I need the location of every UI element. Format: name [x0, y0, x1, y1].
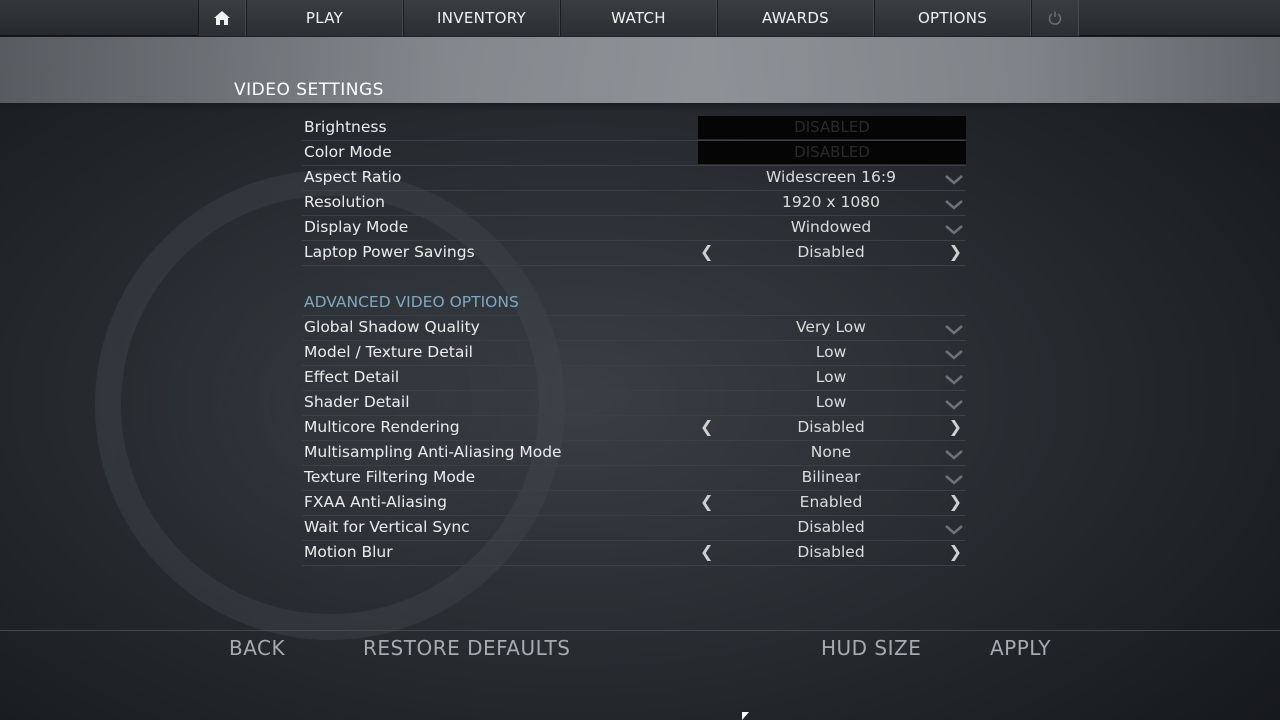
setting-row-shader-detail[interactable]: Shader Detail Low	[302, 391, 966, 416]
setting-row-fxaa-anti-aliasing[interactable]: FXAA Anti-Aliasing Enabled ❮ ❯	[302, 491, 966, 516]
dropdown-value[interactable]: Disabled	[698, 518, 964, 536]
nav-inventory[interactable]: INVENTORY	[403, 0, 560, 36]
apply-button[interactable]: APPLY	[990, 636, 1051, 660]
back-button[interactable]: BACK	[229, 636, 285, 660]
chevron-down-icon[interactable]	[945, 375, 963, 385]
setting-label: Multisampling Anti-Aliasing Mode	[304, 443, 562, 461]
setting-row-model-texture-detail[interactable]: Model / Texture Detail Low	[302, 341, 966, 366]
chevron-down-icon[interactable]	[945, 200, 963, 210]
setting-label: Multicore Rendering	[304, 418, 460, 436]
chevron-down-icon[interactable]	[945, 325, 963, 335]
setting-label: Wait for Vertical Sync	[304, 518, 470, 536]
setting-row-multicore-rendering[interactable]: Multicore Rendering Disabled ❮ ❯	[302, 416, 966, 441]
setting-label: Global Shadow Quality	[304, 318, 480, 336]
setting-label: Aspect Ratio	[304, 168, 402, 186]
nav-options[interactable]: OPTIONS	[874, 0, 1031, 36]
dropdown-value[interactable]: Windowed	[698, 218, 964, 236]
dropdown-value[interactable]: Very Low	[698, 318, 964, 336]
setting-row-brightness[interactable]: Brightness DISABLED	[302, 116, 966, 141]
toggle-value[interactable]: Disabled	[698, 418, 964, 436]
arrow-left-icon[interactable]: ❮	[700, 492, 713, 511]
mouse-cursor	[742, 712, 749, 720]
setting-row-multisampling-anti-aliasing-mode[interactable]: Multisampling Anti-Aliasing Mode None	[302, 441, 966, 466]
chevron-down-icon[interactable]	[945, 225, 963, 235]
setting-row-texture-filtering-mode[interactable]: Texture Filtering Mode Bilinear	[302, 466, 966, 491]
top-nav-bar: PLAY INVENTORY WATCH AWARDS OPTIONS	[0, 0, 1280, 36]
video-settings-list: Brightness DISABLED Color Mode DISABLED Aspe…	[302, 116, 966, 566]
chevron-down-icon[interactable]	[945, 350, 963, 360]
setting-label: Motion Blur	[304, 543, 393, 561]
advanced-section-title: ADVANCED VIDEO OPTIONS	[302, 291, 966, 316]
arrow-left-icon[interactable]: ❮	[700, 242, 713, 261]
setting-label: FXAA Anti-Aliasing	[304, 493, 447, 511]
dropdown-value[interactable]: Widescreen 16:9	[698, 168, 964, 186]
setting-row-motion-blur[interactable]: Motion Blur Disabled ❮ ❯	[302, 541, 966, 566]
setting-row-aspect-ratio[interactable]: Aspect Ratio Widescreen 16:9	[302, 166, 966, 191]
power-icon	[1048, 11, 1062, 25]
setting-row-display-mode[interactable]: Display Mode Windowed	[302, 216, 966, 241]
nav-awards[interactable]: AWARDS	[717, 0, 874, 36]
nav-watch[interactable]: WATCH	[560, 0, 717, 36]
dropdown-value[interactable]: None	[698, 443, 964, 461]
setting-row-effect-detail[interactable]: Effect Detail Low	[302, 366, 966, 391]
arrow-right-icon[interactable]: ❯	[949, 542, 962, 561]
setting-label: Resolution	[304, 193, 385, 211]
hud-size-button[interactable]: HUD SIZE	[821, 636, 921, 660]
page-title: VIDEO SETTINGS	[234, 80, 384, 100]
setting-row-resolution[interactable]: Resolution 1920 x 1080	[302, 191, 966, 216]
arrow-right-icon[interactable]: ❯	[949, 417, 962, 436]
setting-label: Effect Detail	[304, 368, 400, 386]
power-button[interactable]	[1031, 0, 1079, 36]
chevron-down-icon[interactable]	[945, 175, 963, 185]
dropdown-value[interactable]: 1920 x 1080	[698, 193, 964, 211]
chevron-down-icon[interactable]	[945, 400, 963, 410]
home-button[interactable]	[198, 0, 246, 36]
disabled-value-box: DISABLED	[698, 141, 966, 164]
setting-label: Laptop Power Savings	[304, 243, 475, 261]
dropdown-value[interactable]: Low	[698, 393, 964, 411]
arrow-right-icon[interactable]: ❯	[949, 242, 962, 261]
disabled-value-box: DISABLED	[698, 116, 966, 139]
setting-row-global-shadow-quality[interactable]: Global Shadow Quality Very Low	[302, 316, 966, 341]
toggle-value[interactable]: Disabled	[698, 543, 964, 561]
dropdown-value[interactable]: Low	[698, 368, 964, 386]
setting-label: Texture Filtering Mode	[304, 468, 476, 486]
chevron-down-icon[interactable]	[945, 525, 963, 535]
toggle-value[interactable]: Enabled	[698, 493, 964, 511]
dropdown-value[interactable]: Bilinear	[698, 468, 964, 486]
setting-label: Model / Texture Detail	[304, 343, 473, 361]
setting-row-color-mode[interactable]: Color Mode DISABLED	[302, 141, 966, 166]
setting-label: Shader Detail	[304, 393, 410, 411]
setting-label: Color Mode	[304, 143, 392, 161]
nav-play[interactable]: PLAY	[246, 0, 403, 36]
home-icon	[214, 11, 230, 25]
main-nav: PLAY INVENTORY WATCH AWARDS OPTIONS	[198, 0, 1079, 36]
dropdown-value[interactable]: Low	[698, 343, 964, 361]
setting-row-wait-for-vertical-sync[interactable]: Wait for Vertical Sync Disabled	[302, 516, 966, 541]
arrow-left-icon[interactable]: ❮	[700, 417, 713, 436]
chevron-down-icon[interactable]	[945, 450, 963, 460]
restore-defaults-button[interactable]: RESTORE DEFAULTS	[363, 636, 570, 660]
chevron-down-icon[interactable]	[945, 475, 963, 485]
setting-label: Display Mode	[304, 218, 409, 236]
setting-label: Brightness	[304, 118, 387, 136]
header-band	[0, 37, 1280, 103]
toggle-value[interactable]: Disabled	[698, 243, 964, 261]
setting-row-laptop-power-savings[interactable]: Laptop Power Savings Disabled ❮ ❯	[302, 241, 966, 266]
arrow-right-icon[interactable]: ❯	[949, 492, 962, 511]
arrow-left-icon[interactable]: ❮	[700, 542, 713, 561]
